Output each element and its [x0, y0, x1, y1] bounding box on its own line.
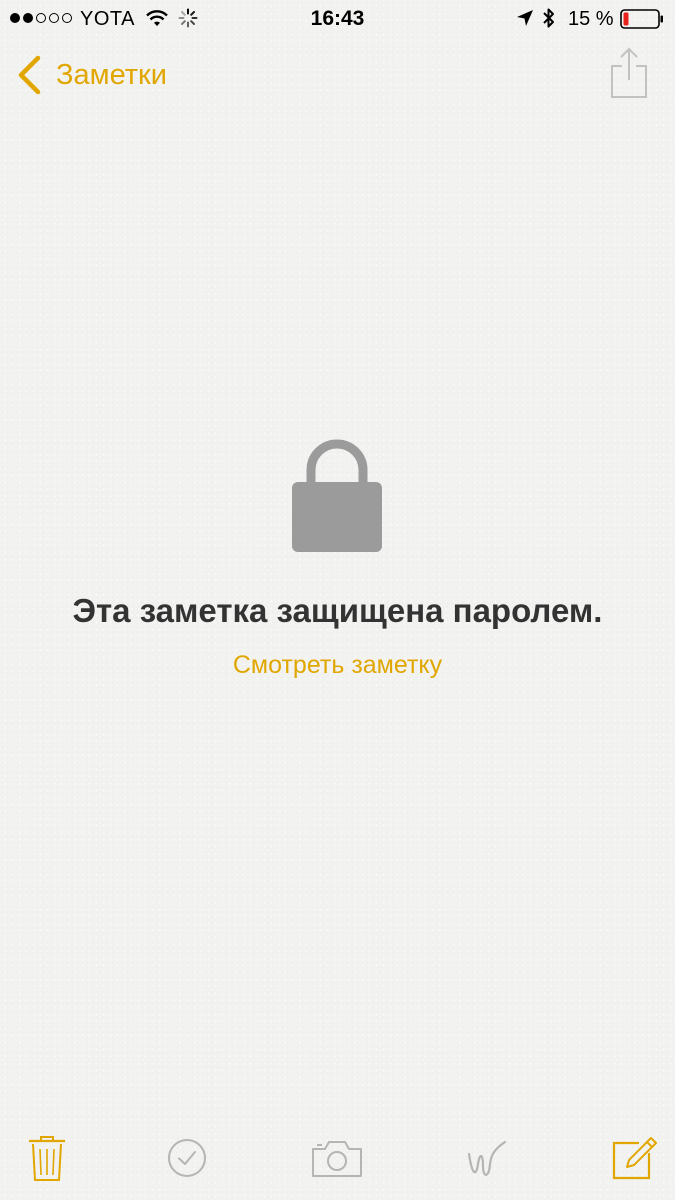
back-button[interactable]: Заметки	[16, 52, 167, 98]
bluetooth-icon	[543, 8, 554, 28]
sketch-button[interactable]	[462, 1132, 512, 1184]
chevron-left-icon	[18, 55, 41, 95]
compose-icon	[612, 1137, 657, 1180]
checklist-button[interactable]	[164, 1132, 210, 1184]
checklist-icon	[168, 1139, 206, 1177]
locked-note-message: Эта заметка защищена паролем.	[72, 592, 603, 629]
view-note-link[interactable]: Смотреть заметку	[233, 651, 442, 679]
share-icon	[611, 47, 647, 98]
share-button[interactable]	[608, 46, 650, 100]
trash-icon	[29, 1136, 65, 1181]
new-note-button[interactable]	[608, 1132, 660, 1184]
notes-screen: YOTA 16:43 15 % Заметки Эта заметка защи…	[0, 0, 675, 1200]
add-photo-button[interactable]	[308, 1132, 366, 1184]
battery-percentage: 15 %	[568, 8, 614, 30]
location-arrow-icon	[517, 10, 533, 26]
camera-icon	[312, 1141, 362, 1177]
lock-icon	[292, 439, 382, 552]
sketch-icon	[467, 1140, 507, 1176]
delete-note-button[interactable]	[24, 1132, 70, 1184]
battery-level-fill	[623, 12, 629, 26]
status-bar: YOTA 16:43 15 %	[0, 0, 675, 38]
battery-icon	[620, 9, 663, 29]
back-button-label: Заметки	[56, 58, 167, 91]
view-note-row: Смотреть заметку	[0, 651, 675, 680]
